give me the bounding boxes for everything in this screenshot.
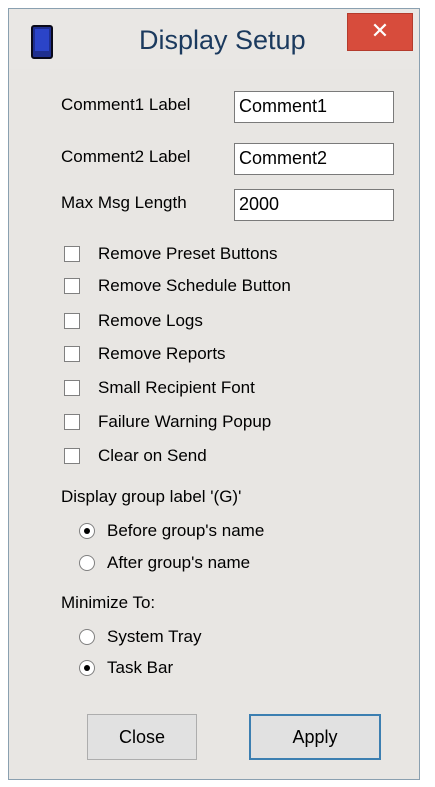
radio-label: Task Bar xyxy=(107,658,174,677)
clear-on-send-checkbox[interactable]: Clear on Send xyxy=(64,445,207,467)
radio-label: Before group's name xyxy=(107,521,265,540)
checkbox-box[interactable] xyxy=(64,448,80,464)
remove-preset-buttons-checkbox[interactable]: Remove Preset Buttons xyxy=(64,243,278,265)
max-msg-length-label: Max Msg Length xyxy=(61,193,187,212)
max-msg-length-input[interactable]: 2000 xyxy=(234,189,394,221)
comment1-label: Comment1 Label xyxy=(61,95,191,114)
display-setup-window: Display Setup ✕ Comment1 Label Comment1 … xyxy=(8,8,420,780)
apply-button[interactable]: Apply xyxy=(249,714,381,760)
minimize-to-heading: Minimize To: xyxy=(61,593,156,612)
checkbox-label: Clear on Send xyxy=(98,446,207,465)
checkbox-box[interactable] xyxy=(64,246,80,262)
checkbox-box[interactable] xyxy=(64,346,80,362)
checkbox-box[interactable] xyxy=(64,278,80,294)
comment1-input[interactable]: Comment1 xyxy=(234,91,394,123)
checkbox-box[interactable] xyxy=(64,414,80,430)
close-button[interactable]: Close xyxy=(87,714,197,760)
checkbox-label: Remove Reports xyxy=(98,344,226,363)
radio-button[interactable] xyxy=(79,555,95,571)
remove-logs-checkbox[interactable]: Remove Logs xyxy=(64,310,203,332)
remove-schedule-button-checkbox[interactable]: Remove Schedule Button xyxy=(64,275,291,297)
system-tray-radio[interactable]: System Tray xyxy=(79,626,201,648)
window-title: Display Setup xyxy=(139,25,306,55)
checkbox-box[interactable] xyxy=(64,380,80,396)
comment2-label: Comment2 Label xyxy=(61,147,191,166)
radio-button[interactable] xyxy=(79,629,95,645)
close-window-button[interactable]: ✕ xyxy=(347,13,413,51)
task-bar-radio[interactable]: Task Bar xyxy=(79,657,173,679)
radio-button[interactable] xyxy=(79,523,95,539)
comment2-input[interactable]: Comment2 xyxy=(234,143,394,175)
before-group-name-radio[interactable]: Before group's name xyxy=(79,520,264,542)
checkbox-box[interactable] xyxy=(64,313,80,329)
checkbox-label: Small Recipient Font xyxy=(98,378,255,397)
remove-reports-checkbox[interactable]: Remove Reports xyxy=(64,343,226,365)
checkbox-label: Remove Logs xyxy=(98,311,203,330)
small-recipient-font-checkbox[interactable]: Small Recipient Font xyxy=(64,377,255,399)
title-bar[interactable]: Display Setup ✕ xyxy=(9,9,419,69)
close-icon: ✕ xyxy=(370,18,390,43)
checkbox-label: Remove Preset Buttons xyxy=(98,244,278,263)
radio-label: System Tray xyxy=(107,627,202,646)
display-group-label-heading: Display group label '(G)' xyxy=(61,487,242,506)
checkbox-label: Failure Warning Popup xyxy=(98,412,272,431)
radio-label: After group's name xyxy=(107,553,251,572)
radio-button[interactable] xyxy=(79,660,95,676)
checkbox-label: Remove Schedule Button xyxy=(98,276,291,295)
after-group-name-radio[interactable]: After group's name xyxy=(79,552,250,574)
failure-warning-popup-checkbox[interactable]: Failure Warning Popup xyxy=(64,411,271,433)
app-icon xyxy=(31,25,53,59)
